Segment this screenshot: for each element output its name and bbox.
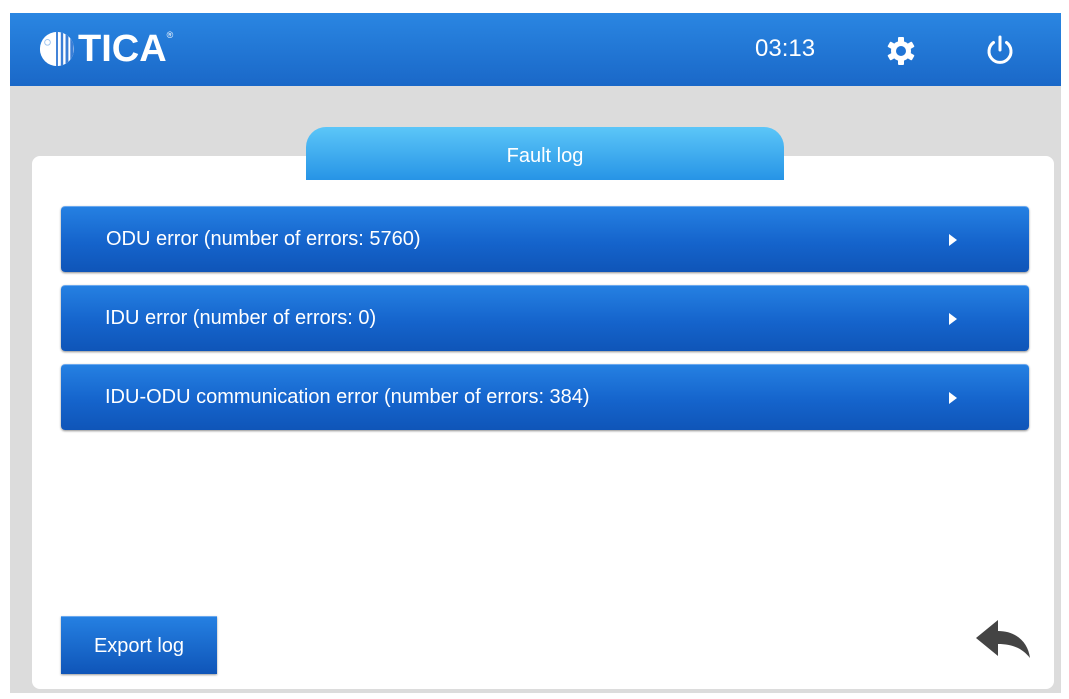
screen: TICA ® 03:13 Fault log ODU error (number… — [10, 13, 1061, 693]
arrow-right-icon — [949, 313, 957, 325]
tica-logo: TICA ® — [38, 27, 173, 71]
idu-error-button[interactable]: IDU error (number of errors: 0) — [61, 285, 1029, 351]
power-icon — [987, 35, 1013, 64]
idu-odu-communication-error-button[interactable]: IDU-ODU communication error (number of e… — [61, 364, 1029, 430]
arrow-right-icon — [949, 392, 957, 404]
settings-button[interactable] — [883, 33, 919, 69]
clock-time: 03:13 — [755, 35, 816, 62]
gear-icon — [887, 37, 915, 65]
back-button[interactable] — [972, 616, 1034, 664]
idu-error-label: IDU error (number of errors: 0) — [105, 307, 377, 329]
top-bar: TICA ® 03:13 — [10, 13, 1061, 86]
power-button[interactable] — [982, 33, 1018, 69]
logo-mark-icon — [39, 31, 75, 67]
tab-fault-log[interactable]: Fault log — [306, 127, 784, 180]
odu-error-button[interactable]: ODU error (number of errors: 5760) — [61, 206, 1029, 272]
odu-error-label: ODU error (number of errors: 5760) — [106, 228, 421, 250]
registered-mark: ® — [166, 30, 174, 40]
arrow-right-icon — [949, 234, 957, 246]
export-log-button[interactable]: Export log — [61, 616, 217, 674]
back-arrow-icon — [976, 620, 1030, 658]
logo-text: TICA — [78, 28, 167, 70]
idu-odu-communication-error-label: IDU-ODU communication error (number of e… — [105, 386, 590, 408]
